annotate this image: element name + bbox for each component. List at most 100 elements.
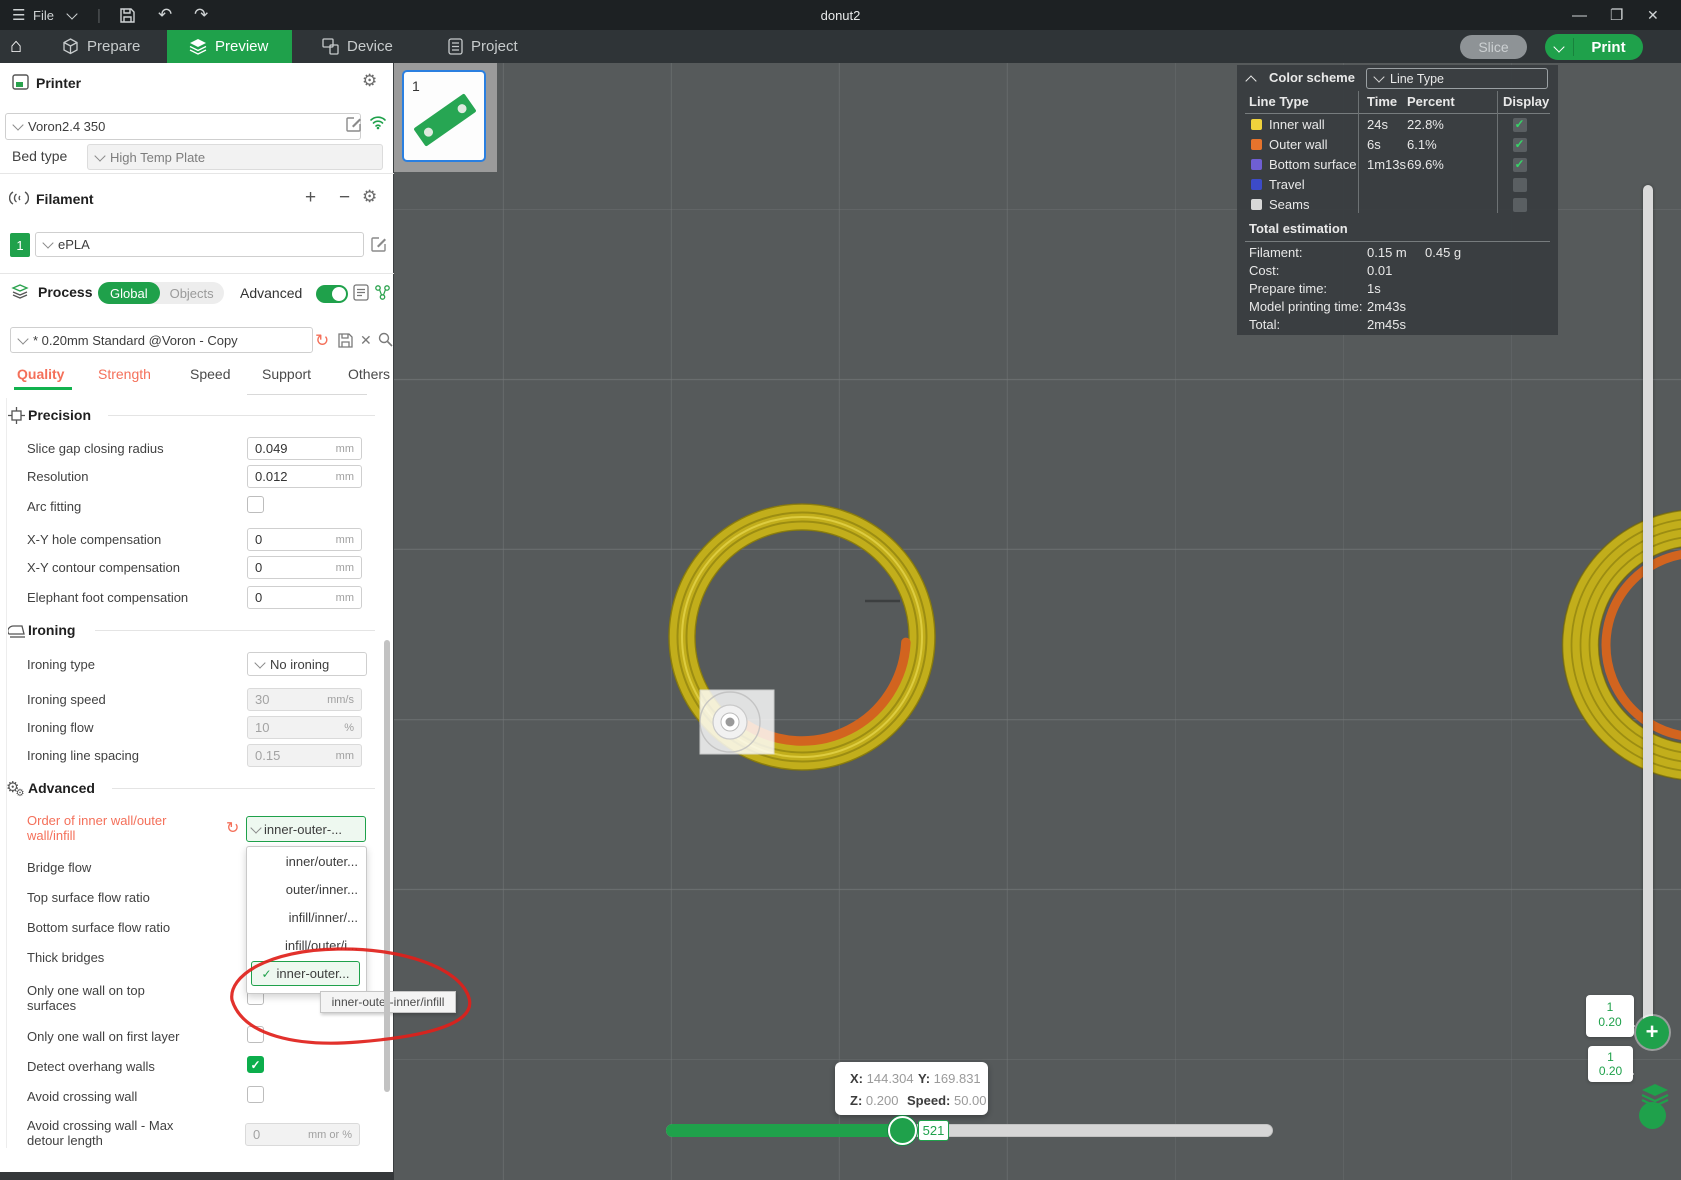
col-header-line-type: Line Type bbox=[1249, 94, 1309, 109]
tab-prepare[interactable]: Prepare bbox=[62, 30, 140, 63]
ironing-section-title: Ironing bbox=[28, 622, 75, 638]
ironing-speed-input[interactable]: 30mm/s bbox=[247, 688, 362, 711]
ironing-line-spacing-input[interactable]: 0.15mm bbox=[247, 744, 362, 767]
add-layer-range-button[interactable]: + bbox=[1636, 1016, 1669, 1049]
remove-filament-icon[interactable]: − bbox=[339, 187, 350, 209]
advanced-mode-label: Advanced bbox=[240, 286, 302, 301]
setting-label: Bottom surface flow ratio bbox=[27, 920, 170, 935]
objects-option[interactable]: Objects bbox=[160, 286, 224, 301]
setting-label: Bridge flow bbox=[27, 860, 91, 875]
bed-type-select[interactable]: High Temp Plate bbox=[87, 144, 383, 170]
advanced-mode-toggle[interactable] bbox=[316, 285, 348, 303]
chevron-down-icon bbox=[94, 150, 105, 161]
tab-speed[interactable]: Speed bbox=[190, 366, 230, 382]
save-preset-icon[interactable] bbox=[338, 333, 353, 353]
travel-swatch bbox=[1251, 179, 1262, 190]
filament-settings-gear-icon[interactable]: ⚙ bbox=[362, 187, 377, 207]
dropdown-option[interactable]: infill/outer/i... bbox=[285, 938, 358, 953]
dropdown-option[interactable]: inner/outer... bbox=[286, 854, 358, 869]
layer-bubble-bottom: 1 0.20 bbox=[1588, 1046, 1633, 1082]
reset-preset-icon[interactable]: ↺ bbox=[315, 331, 329, 351]
ironing-type-select[interactable]: No ironing bbox=[247, 652, 367, 676]
dropdown-option-selected[interactable]: ✓ inner-outer... bbox=[251, 961, 360, 986]
order-walls-dropdown: inner/outer... outer/inner... infill/inn… bbox=[246, 846, 367, 994]
maximize-icon[interactable]: ❐ bbox=[1610, 0, 1623, 30]
add-filament-icon[interactable]: + bbox=[305, 187, 316, 209]
display-checkbox[interactable] bbox=[1513, 178, 1527, 192]
active-tab-underline bbox=[14, 387, 72, 390]
setting-label: Ironing type bbox=[27, 657, 95, 672]
layers-view-icon[interactable] bbox=[1640, 1083, 1670, 1109]
setting-label: Arc fitting bbox=[27, 499, 81, 514]
dropdown-option[interactable]: outer/inner... bbox=[286, 882, 358, 897]
tab-others[interactable]: Others bbox=[348, 366, 390, 382]
chevron-down-icon bbox=[42, 237, 53, 248]
print-dropdown-chevron-icon[interactable] bbox=[1545, 38, 1574, 56]
print-split-button[interactable]: Print bbox=[1545, 34, 1643, 60]
setting-label: X-Y hole compensation bbox=[27, 532, 161, 547]
parameter-list-icon[interactable] bbox=[353, 284, 369, 301]
reset-setting-icon[interactable]: ↺ bbox=[226, 818, 239, 838]
edit-filament-icon[interactable] bbox=[371, 236, 387, 257]
display-checkbox[interactable] bbox=[1513, 118, 1527, 132]
one-wall-first-layer-checkbox[interactable] bbox=[247, 1026, 264, 1043]
print-button-label[interactable]: Print bbox=[1574, 39, 1643, 56]
nav-bar: ⌂ Prepare Preview Device Project Slice P… bbox=[0, 30, 1681, 63]
move-slider-fill bbox=[666, 1124, 904, 1137]
setting-label: Ironing flow bbox=[27, 720, 93, 735]
tab-device[interactable]: Device bbox=[322, 30, 393, 63]
dropdown-option[interactable]: infill/inner/... bbox=[289, 910, 358, 925]
global-objects-toggle[interactable]: Global Objects bbox=[98, 282, 224, 304]
xy-hole-input[interactable]: 0mm bbox=[247, 528, 362, 551]
elephant-foot-input[interactable]: 0mm bbox=[247, 586, 362, 609]
slice-button[interactable]: Slice bbox=[1460, 35, 1527, 59]
clear-preset-icon[interactable]: ✕ bbox=[360, 332, 372, 349]
avoid-crossing-checkbox[interactable] bbox=[247, 1086, 264, 1103]
printer-select[interactable]: Voron2.4 350 bbox=[5, 113, 361, 140]
order-walls-select[interactable]: inner-outer-... bbox=[246, 816, 366, 842]
layer-slider-track[interactable] bbox=[1643, 185, 1653, 1040]
tab-strength[interactable]: Strength bbox=[98, 366, 151, 382]
view-mode-select[interactable]: Line Type bbox=[1366, 68, 1548, 89]
printer-settings-gear-icon[interactable]: ⚙ bbox=[362, 71, 377, 91]
close-icon[interactable]: ✕ bbox=[1647, 0, 1659, 30]
wifi-connection-icon[interactable] bbox=[369, 115, 387, 135]
line-type-row: Bottom surface 1m13s 69.6% bbox=[1237, 155, 1558, 175]
tab-preview[interactable]: Preview bbox=[167, 30, 292, 63]
check-icon: ✓ bbox=[261, 967, 271, 981]
process-preset-select[interactable]: * 0.20mm Standard @Voron - Copy bbox=[10, 327, 313, 353]
max-detour-input[interactable]: 0mm or % bbox=[245, 1123, 360, 1146]
minimize-icon[interactable]: — bbox=[1572, 0, 1587, 30]
view-mode-value: Line Type bbox=[1390, 72, 1444, 86]
line-type-row: Travel bbox=[1237, 175, 1558, 195]
tab-project[interactable]: Project bbox=[448, 30, 518, 63]
slice-gap-input[interactable]: 0.049mm bbox=[247, 437, 362, 460]
scroll-area-border bbox=[6, 398, 7, 1148]
prepare-cube-icon bbox=[62, 38, 79, 55]
global-option[interactable]: Global bbox=[98, 282, 160, 304]
xy-contour-input[interactable]: 0mm bbox=[247, 556, 362, 579]
search-icon[interactable] bbox=[378, 332, 393, 352]
estimation-row: Prepare time:1s bbox=[1237, 281, 1558, 301]
ironing-flow-input[interactable]: 10% bbox=[247, 716, 362, 739]
chevron-down-icon bbox=[1373, 71, 1384, 82]
display-checkbox[interactable] bbox=[1513, 158, 1527, 172]
move-slider-thumb[interactable] bbox=[888, 1116, 917, 1145]
home-icon[interactable]: ⌂ bbox=[10, 30, 22, 63]
3d-viewport[interactable]: 1 bbox=[394, 63, 1681, 1180]
chevron-down-icon bbox=[254, 657, 265, 668]
display-checkbox[interactable] bbox=[1513, 138, 1527, 152]
arc-fitting-checkbox[interactable] bbox=[247, 496, 264, 513]
tab-quality[interactable]: Quality bbox=[17, 366, 64, 382]
detect-overhang-checkbox[interactable] bbox=[247, 1056, 264, 1073]
edit-printer-icon[interactable] bbox=[346, 116, 362, 137]
filament-select[interactable]: ePLA bbox=[35, 232, 364, 257]
order-walls-value: inner-outer-... bbox=[264, 822, 342, 837]
display-checkbox[interactable] bbox=[1513, 198, 1527, 212]
process-flow-icon[interactable] bbox=[374, 284, 391, 301]
resolution-input[interactable]: 0.012mm bbox=[247, 465, 362, 488]
setting-label: Only one wall on first layer bbox=[27, 1029, 179, 1044]
sidebar-scrollbar[interactable] bbox=[384, 640, 390, 1092]
collapse-chevron-icon[interactable] bbox=[1247, 73, 1255, 88]
tab-support[interactable]: Support bbox=[262, 366, 311, 382]
